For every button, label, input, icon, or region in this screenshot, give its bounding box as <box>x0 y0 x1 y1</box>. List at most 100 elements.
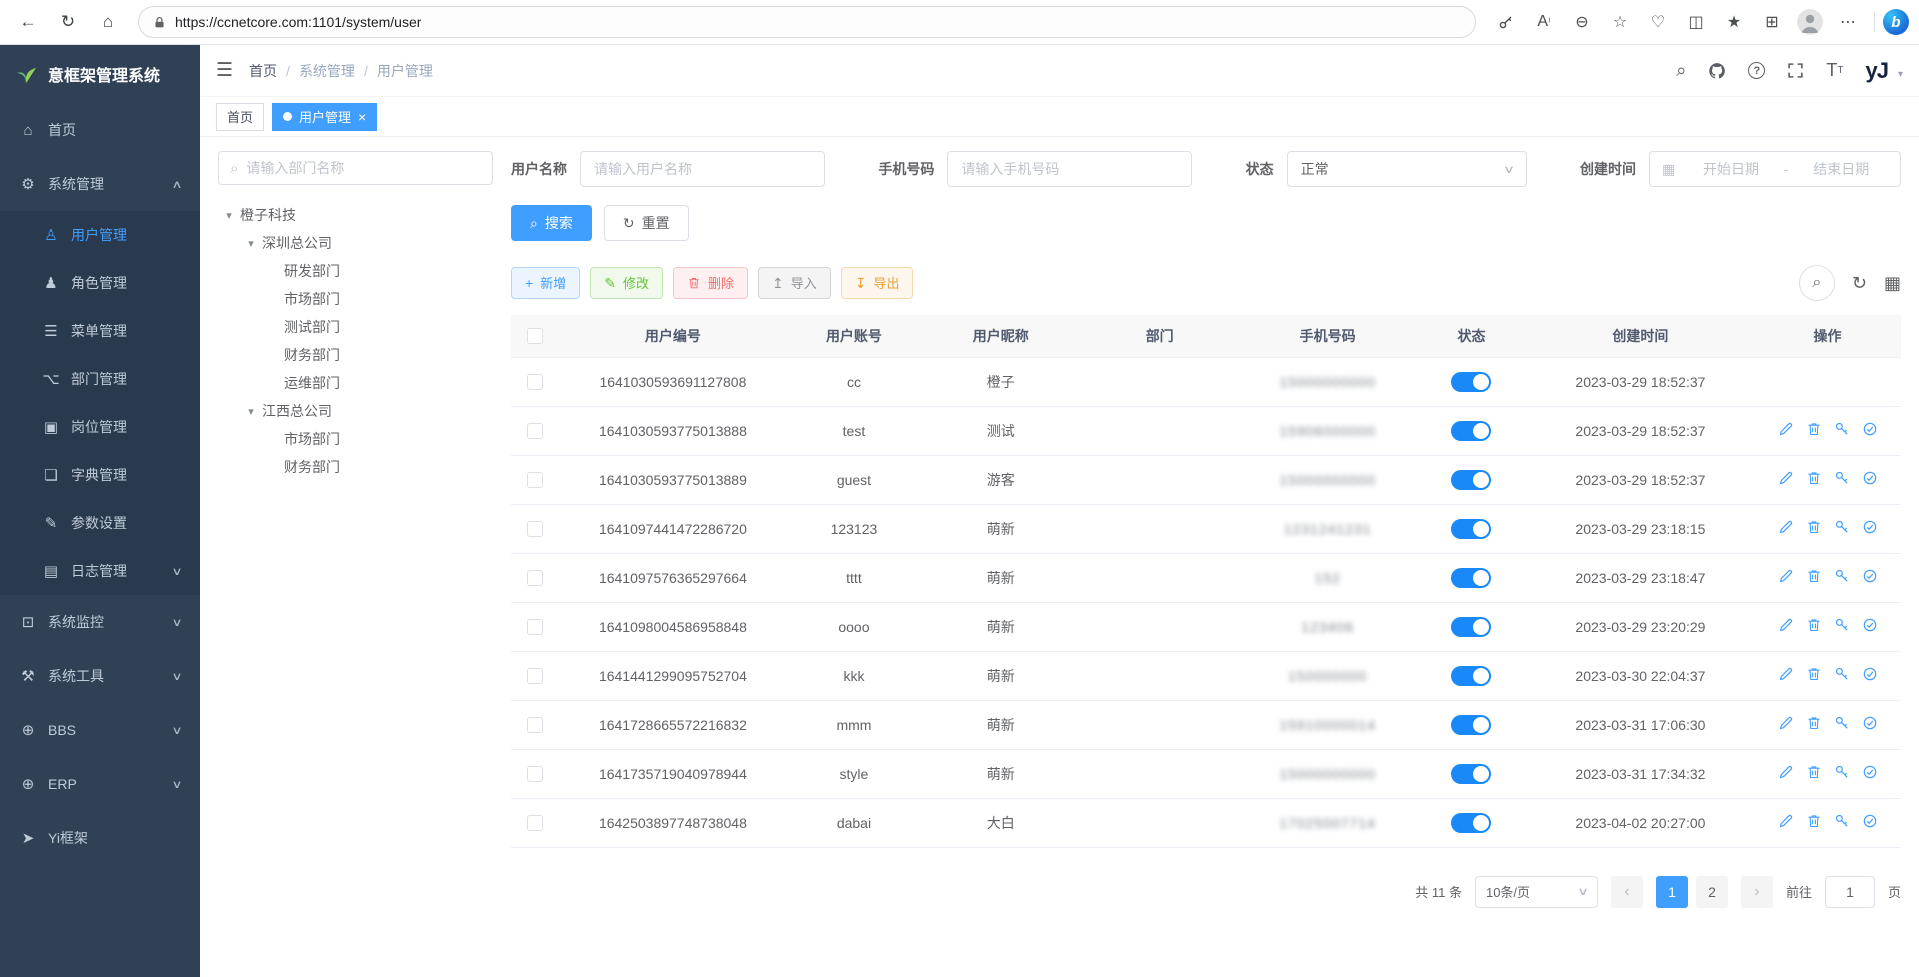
fullscreen-icon[interactable] <box>1787 62 1804 79</box>
edit-action-icon[interactable] <box>1778 421 1794 437</box>
sidebar-item-system-mgmt[interactable]: ⚙系统管理∧ <box>0 157 200 211</box>
reset-button[interactable]: ↻ 重置 <box>604 205 689 241</box>
profile-avatar[interactable] <box>1792 5 1828 39</box>
github-icon[interactable] <box>1708 62 1726 80</box>
edit-action-icon[interactable] <box>1778 617 1794 633</box>
status-toggle[interactable] <box>1451 568 1491 588</box>
delete-action-icon[interactable] <box>1806 617 1822 633</box>
row-checkbox[interactable] <box>527 619 543 635</box>
assign-role-action-icon[interactable] <box>1862 715 1878 731</box>
tree-node[interactable]: 测试部门 <box>218 313 493 341</box>
tab-home[interactable]: 首页 <box>216 103 264 131</box>
back-icon[interactable]: ← <box>10 5 46 39</box>
sidebar-item-param-settings[interactable]: ✎参数设置 <box>0 499 200 547</box>
assign-role-action-icon[interactable] <box>1862 421 1878 437</box>
sidebar-item-user-mgmt[interactable]: ♙用户管理 <box>0 211 200 259</box>
edit-action-icon[interactable] <box>1778 519 1794 535</box>
refresh-table-button[interactable]: ↻ <box>1852 273 1867 294</box>
status-toggle[interactable] <box>1451 519 1491 539</box>
delete-action-icon[interactable] <box>1806 813 1822 829</box>
status-toggle[interactable] <box>1451 372 1491 392</box>
row-checkbox[interactable] <box>527 815 543 831</box>
delete-action-icon[interactable] <box>1806 568 1822 584</box>
created-date-range[interactable]: ▦ 开始日期 - 结束日期 <box>1649 151 1901 187</box>
delete-action-icon[interactable] <box>1806 519 1822 535</box>
reload-icon[interactable]: ↻ <box>50 5 86 39</box>
sidebar-toggle-icon[interactable]: ☰ <box>216 59 233 82</box>
sidebar-item-erp[interactable]: ⊕ERP∨ <box>0 757 200 811</box>
row-checkbox[interactable] <box>527 717 543 733</box>
assign-role-action-icon[interactable] <box>1862 813 1878 829</box>
tree-node[interactable]: ▾江西总公司 <box>218 397 493 425</box>
status-toggle[interactable] <box>1451 666 1491 686</box>
username-filter-input[interactable] <box>580 151 825 187</box>
import-button[interactable]: ↥ 导入 <box>758 267 831 299</box>
status-toggle[interactable] <box>1451 813 1491 833</box>
tree-node[interactable]: 财务部门 <box>218 341 493 369</box>
split-screen-icon[interactable]: ◫ <box>1678 5 1714 39</box>
assign-role-action-icon[interactable] <box>1862 519 1878 535</box>
delete-action-icon[interactable] <box>1806 470 1822 486</box>
tree-node[interactable]: ▾橙子科技 <box>218 201 493 229</box>
column-settings-button[interactable]: ▦ <box>1884 273 1901 294</box>
search-icon[interactable]: ⌕ <box>1676 60 1686 81</box>
read-aloud-icon[interactable]: A⁾ <box>1526 5 1562 39</box>
reset-password-action-icon[interactable] <box>1834 813 1850 829</box>
collections-icon[interactable]: ⊞ <box>1754 5 1790 39</box>
url-bar[interactable]: https://ccnetcore.com:1101/system/user <box>138 6 1476 38</box>
delete-button[interactable]: 删除 <box>673 267 748 299</box>
add-button[interactable]: + 新增 <box>511 267 580 299</box>
sidebar-item-home[interactable]: ⌂首页 <box>0 103 200 157</box>
edit-action-icon[interactable] <box>1778 666 1794 682</box>
password-key-icon[interactable] <box>1488 5 1524 39</box>
reset-password-action-icon[interactable] <box>1834 666 1850 682</box>
delete-action-icon[interactable] <box>1806 715 1822 731</box>
status-toggle[interactable] <box>1451 715 1491 735</box>
reset-password-action-icon[interactable] <box>1834 421 1850 437</box>
tree-node[interactable]: 市场部门 <box>218 285 493 313</box>
status-toggle[interactable] <box>1451 421 1491 441</box>
sidebar-item-post-mgmt[interactable]: ▣岗位管理 <box>0 403 200 451</box>
assign-role-action-icon[interactable] <box>1862 617 1878 633</box>
export-button[interactable]: ↧ 导出 <box>841 267 914 299</box>
zoom-out-icon[interactable]: ⊖ <box>1564 5 1600 39</box>
edit-action-icon[interactable] <box>1778 764 1794 780</box>
edit-action-icon[interactable] <box>1778 813 1794 829</box>
delete-action-icon[interactable] <box>1806 764 1822 780</box>
toggle-search-button[interactable]: ⌕ <box>1799 265 1835 301</box>
tree-node[interactable]: ▾深圳总公司 <box>218 229 493 257</box>
row-checkbox[interactable] <box>527 668 543 684</box>
sidebar-item-system-monitor[interactable]: ⊡系统监控∨ <box>0 595 200 649</box>
edit-action-icon[interactable] <box>1778 470 1794 486</box>
close-icon[interactable]: × <box>358 110 366 124</box>
phone-filter-input[interactable] <box>947 151 1192 187</box>
page-button-2[interactable]: 2 <box>1696 876 1728 908</box>
user-avatar[interactable]: yJ <box>1865 58 1887 84</box>
prev-page-button[interactable]: ‹ <box>1611 876 1643 908</box>
next-page-button[interactable]: › <box>1741 876 1773 908</box>
breadcrumb-item-home[interactable]: 首页 <box>249 61 277 81</box>
delete-action-icon[interactable] <box>1806 666 1822 682</box>
page-size-select[interactable]: 10条/页 ∨ <box>1475 876 1598 908</box>
tree-node[interactable]: 财务部门 <box>218 453 493 481</box>
tree-node[interactable]: 研发部门 <box>218 257 493 285</box>
search-button[interactable]: ⌕ 搜索 <box>511 205 592 241</box>
status-select[interactable]: 正常 ∨ <box>1287 151 1527 187</box>
tree-node[interactable]: 运维部门 <box>218 369 493 397</box>
assign-role-action-icon[interactable] <box>1862 666 1878 682</box>
reset-password-action-icon[interactable] <box>1834 470 1850 486</box>
sidebar-item-system-tools[interactable]: ⚒系统工具∨ <box>0 649 200 703</box>
sidebar-item-dict-mgmt[interactable]: ❏字典管理 <box>0 451 200 499</box>
edit-action-icon[interactable] <box>1778 568 1794 584</box>
reset-password-action-icon[interactable] <box>1834 715 1850 731</box>
reset-password-action-icon[interactable] <box>1834 568 1850 584</box>
breadcrumb-item-system[interactable]: 系统管理 <box>299 61 355 81</box>
delete-action-icon[interactable] <box>1806 421 1822 437</box>
sidebar-item-bbs[interactable]: ⊕BBS∨ <box>0 703 200 757</box>
goto-page-input[interactable] <box>1825 876 1875 908</box>
tab-user-mgmt[interactable]: 用户管理× <box>272 103 377 131</box>
edit-action-icon[interactable] <box>1778 715 1794 731</box>
edit-button[interactable]: ✎ 修改 <box>590 267 663 299</box>
row-checkbox[interactable] <box>527 472 543 488</box>
status-toggle[interactable] <box>1451 617 1491 637</box>
